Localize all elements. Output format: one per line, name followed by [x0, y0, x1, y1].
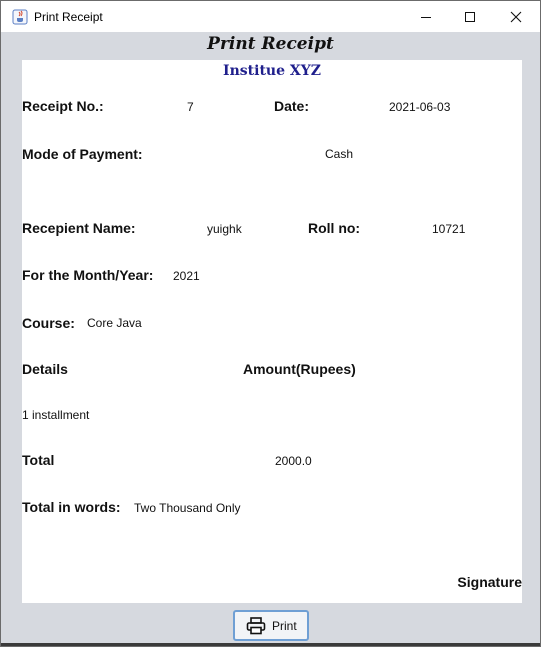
date-value: 2021-06-03: [389, 100, 451, 114]
details-header: Details: [22, 361, 68, 377]
minimize-button[interactable]: [403, 1, 449, 32]
java-app-icon: [12, 9, 28, 25]
amount-header: Amount(Rupees): [243, 361, 356, 377]
page-title: Print Receipt: [207, 34, 334, 54]
print-button[interactable]: Print: [233, 610, 309, 641]
maximize-button[interactable]: [447, 1, 493, 32]
close-icon: [510, 11, 522, 22]
date-label: Date:: [274, 98, 310, 114]
total-words-label: Total in words:: [22, 499, 121, 515]
total-words-value: Two Thousand Only: [134, 501, 241, 515]
receipt-no-label: Receipt No.:: [22, 98, 104, 114]
receipt-no-value: 7: [187, 100, 194, 114]
window-title: Print Receipt: [34, 10, 103, 24]
institute-name: Institue XYZ: [223, 63, 321, 79]
recipient-name-label: Recepient Name:: [22, 220, 136, 236]
app-window: Print Receipt Print Receipt Institue XYZ…: [0, 0, 541, 647]
printer-icon: [246, 616, 266, 634]
total-value: 2000.0: [275, 454, 312, 468]
total-label: Total: [22, 452, 55, 468]
payment-mode-label: Mode of Payment:: [22, 146, 143, 162]
minimize-icon: [421, 16, 431, 18]
maximize-icon: [465, 11, 475, 22]
window-bottom-edge: [1, 643, 540, 646]
receipt-panel: Institue XYZ Receipt No.: 7 Date: 2021-0…: [22, 60, 522, 603]
roll-no-value: 10721: [432, 222, 466, 236]
title-bar[interactable]: Print Receipt: [1, 1, 540, 32]
signature-label: Signature: [457, 574, 522, 590]
month-year-value: 2021: [173, 269, 200, 283]
close-button[interactable]: [493, 1, 539, 32]
payment-mode-value: Cash: [325, 147, 354, 161]
course-label: Course:: [22, 315, 75, 331]
recipient-name-value: yuighk: [207, 222, 242, 236]
month-year-label: For the Month/Year:: [22, 267, 154, 283]
course-value: Core Java: [87, 316, 142, 330]
print-button-label: Print: [272, 618, 297, 633]
detail-item: 1 installment: [22, 408, 90, 422]
roll-no-label: Roll no:: [308, 220, 361, 236]
